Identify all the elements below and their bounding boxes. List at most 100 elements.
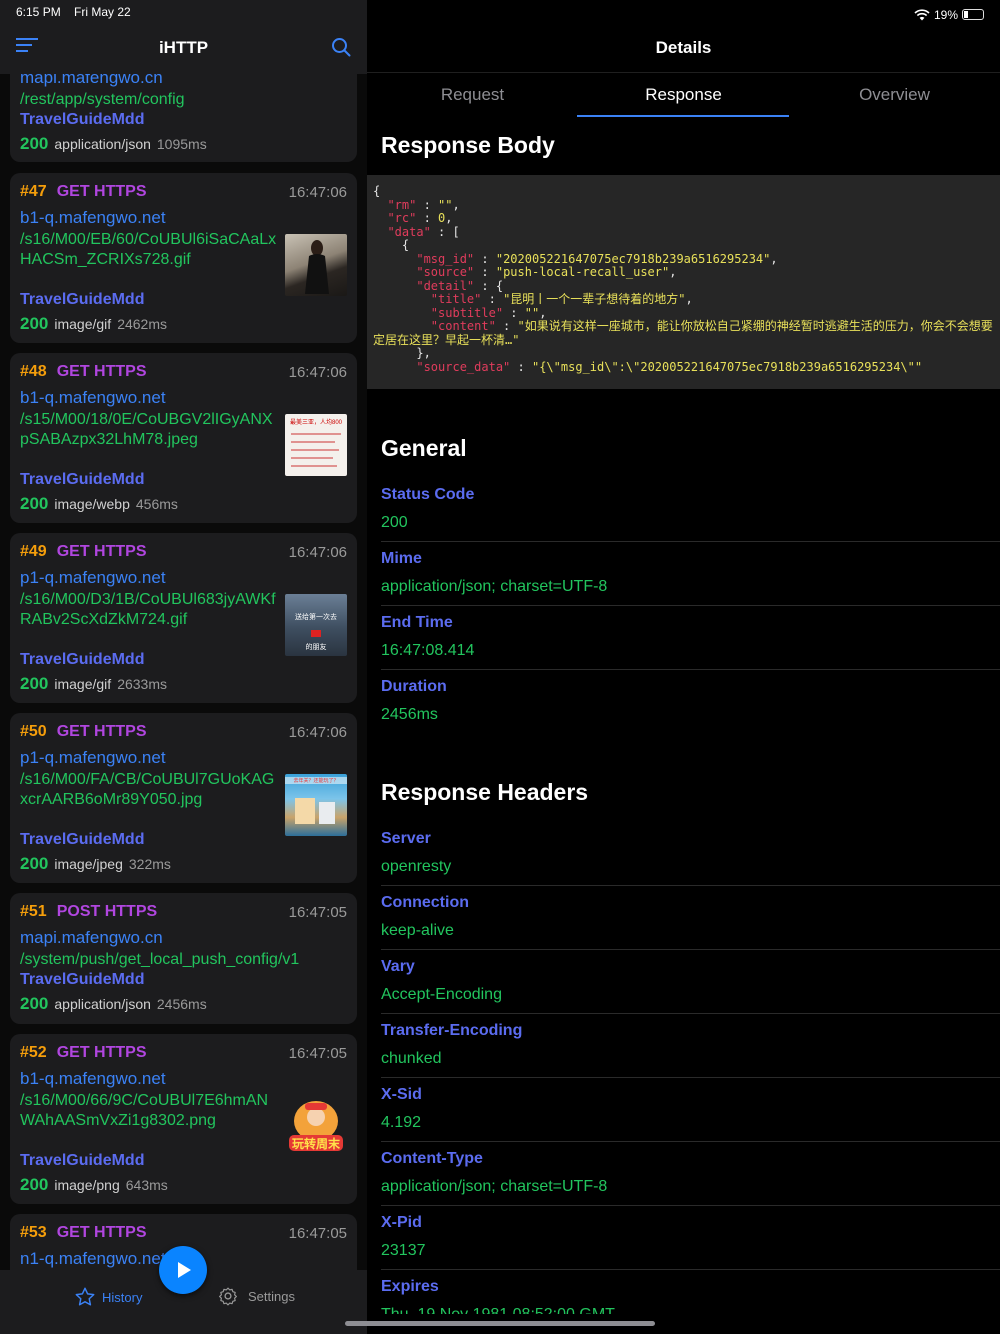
request-host: b1-q.mafengwo.net (20, 1069, 166, 1088)
field-value: 16:47:08.414 (381, 642, 475, 659)
request-host: p1-q.mafengwo.net (20, 748, 166, 767)
header-field: Transfer-Encoding chunked (381, 1014, 1000, 1078)
header-field: X-Pid 23137 (381, 1206, 1000, 1270)
request-path: /s15/M00/18/0E/CoUBGV2lIGyANXpSABAzpx32L… (20, 411, 273, 448)
field-value: 23137 (381, 1242, 426, 1259)
tab-history-label: History (102, 1289, 143, 1305)
battery-icon (962, 9, 984, 20)
request-meta: 200 image/webp 456ms (20, 494, 178, 513)
response-body-title: Response Body (381, 132, 555, 158)
tab-overview[interactable]: Overview (789, 85, 1000, 105)
field-value: 4.192 (381, 1114, 422, 1131)
body-msg-id: "202005221647075ec7918b239a6516295234" (495, 251, 771, 266)
request-list[interactable]: mapi.mafengwo.cn /rest/app/system/config… (0, 74, 367, 1270)
request-host: b1-q.mafengwo.net (20, 208, 166, 227)
request-path: /s16/M00/66/9C/CoUBUl7E6hmANWAhAASmVxZi1… (20, 1092, 269, 1129)
response-body-code[interactable]: { "rm" : "", "rc" : 0, "data" : [ { "msg… (367, 175, 1000, 389)
status-date: Fri May 22 (74, 5, 131, 19)
request-header: #48 GET HTTPS (20, 363, 147, 380)
request-time: 16:47:05 (288, 904, 347, 921)
field-value: openresty (381, 858, 452, 875)
request-meta: 200 image/gif 2462ms (20, 314, 167, 333)
field-label: End Time (381, 614, 453, 631)
request-time: 16:47:06 (288, 724, 347, 741)
header-field: Expires Thu, 19 Nov 1981 08:52:00 GMT (381, 1270, 1000, 1314)
request-time: 16:47:05 (288, 1225, 347, 1242)
request-host: mapi.mafengwo.cn (20, 74, 163, 87)
request-card[interactable]: #50 GET HTTPS 16:47:06 p1-q.mafengwo.net … (10, 713, 357, 883)
tab-settings[interactable]: Settings (218, 1286, 295, 1306)
field-label: Mime (381, 550, 422, 567)
search-icon[interactable] (331, 37, 351, 57)
play-icon (178, 1262, 191, 1278)
body-title: "昆明丨一个一辈子想待着的地方" (503, 292, 686, 306)
request-header: #47 GET HTTPS (20, 183, 147, 200)
tab-response[interactable]: Response (578, 85, 789, 105)
request-host: p1-q.mafengwo.net (20, 568, 166, 587)
field-label: Connection (381, 894, 469, 911)
image-thumbnail (285, 234, 347, 296)
field-value: application/json; charset=UTF-8 (381, 578, 608, 595)
field-label: X-Pid (381, 1214, 422, 1231)
header-field: Connection keep-alive (381, 886, 1000, 950)
field-label: Content-Type (381, 1150, 483, 1167)
request-app: TravelGuideMdd (20, 971, 145, 988)
details-pane: 19% Details Request Response Overview Re… (367, 0, 1000, 1334)
request-time: 16:47:06 (288, 184, 347, 201)
header-field: Vary Accept-Encoding (381, 950, 1000, 1014)
field-label: Server (381, 830, 431, 847)
tab-settings-label: Settings (248, 1288, 295, 1304)
request-host: b1-q.mafengwo.net (20, 388, 166, 407)
request-host: mapi.mafengwo.cn (20, 928, 163, 947)
request-card[interactable]: #49 GET HTTPS 16:47:06 p1-q.mafengwo.net … (10, 533, 357, 703)
battery-percent: 19% (933, 7, 958, 22)
request-card[interactable]: mapi.mafengwo.cn /rest/app/system/config… (10, 74, 357, 162)
field-value: keep-alive (381, 922, 454, 939)
image-thumbnail: 送给第一次去 的朋友 (285, 594, 347, 656)
home-indicator (345, 1321, 655, 1326)
field-value: application/json; charset=UTF-8 (381, 1178, 608, 1195)
header-field: Content-Type application/json; charset=U… (381, 1142, 1000, 1206)
request-time: 16:47:05 (288, 1045, 347, 1062)
request-header: #52 GET HTTPS (20, 1044, 147, 1061)
request-path: /s16/M00/FA/CB/CoUBUl7GUoKAGxcrAARB6oMr8… (20, 771, 275, 808)
field-value: 2456ms (381, 706, 438, 723)
header-field: X-Sid 4.192 (381, 1078, 1000, 1142)
request-path: /system/push/get_local_push_config/v1 (20, 951, 300, 968)
star-icon (75, 1287, 95, 1306)
tab-history[interactable]: History (74, 1286, 142, 1308)
field-value: Accept-Encoding (381, 986, 502, 1003)
image-thumbnail: 玩转周末 (285, 1095, 347, 1157)
request-header: #50 GET HTTPS (20, 723, 147, 740)
play-button[interactable] (159, 1246, 207, 1294)
request-path: /s16/M00/D3/1B/CoUBUl683jyAWKfRABv2ScXdZ… (20, 591, 276, 628)
app-title: iHTTP (158, 38, 209, 57)
general-field: Mime application/json; charset=UTF-8 (381, 542, 1000, 606)
field-label: Expires (381, 1278, 439, 1295)
request-app: TravelGuideMdd (20, 291, 145, 308)
status-time: 6:15 PM (16, 5, 61, 19)
request-header: #51 POST HTTPS (20, 903, 158, 920)
request-app: TravelGuideMdd (20, 831, 145, 848)
field-label: Transfer-Encoding (381, 1022, 523, 1039)
request-card[interactable]: #47 GET HTTPS 16:47:06 b1-q.mafengwo.net … (10, 173, 357, 343)
field-label: X-Sid (381, 1086, 422, 1103)
request-app: TravelGuideMdd (20, 651, 145, 668)
general-title: General (381, 435, 467, 461)
field-value: 200 (381, 514, 408, 531)
request-card[interactable]: #51 POST HTTPS 16:47:05 mapi.mafengwo.cn … (10, 893, 357, 1024)
request-header: #49 GET HTTPS (20, 543, 147, 560)
request-meta: 200 image/jpeg 322ms (20, 854, 171, 873)
active-tab-indicator (577, 115, 789, 117)
request-header: #53 GET HTTPS (20, 1224, 147, 1241)
request-time: 16:47:06 (288, 544, 347, 561)
request-card[interactable]: #52 GET HTTPS 16:47:05 b1-q.mafengwo.net … (10, 1034, 357, 1204)
request-list-pane: 6:15 PM Fri May 22 iHTTP mapi.mafengwo.c… (0, 0, 367, 1334)
field-label: Vary (381, 958, 415, 975)
header-field: Server openresty (381, 822, 1000, 886)
tab-request[interactable]: Request (367, 85, 578, 105)
wifi-icon (914, 8, 930, 20)
request-card[interactable]: #48 GET HTTPS 16:47:06 b1-q.mafengwo.net … (10, 353, 357, 523)
field-value: Thu, 19 Nov 1981 08:52:00 GMT (381, 1306, 615, 1314)
image-thumbnail: 去年关？还能玩了？ (285, 774, 347, 836)
